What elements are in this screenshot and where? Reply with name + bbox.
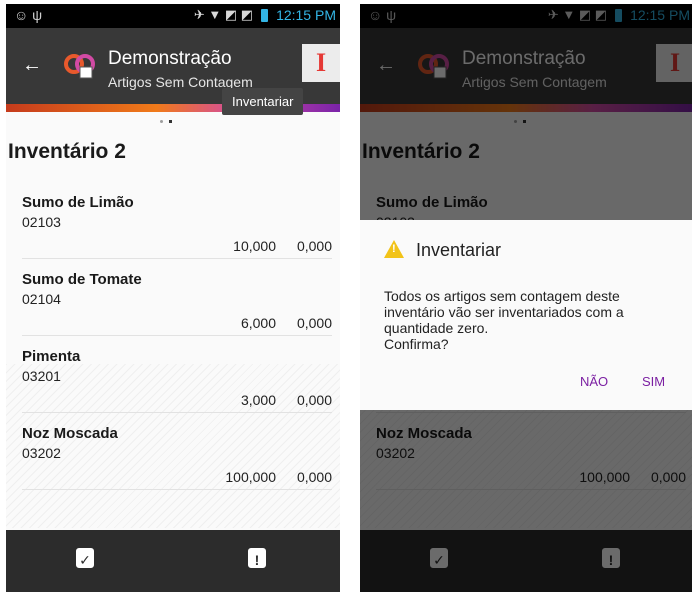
item-count: 0,000 (296, 392, 332, 408)
item-list: Sumo de Limão 02103 10,000 0,000 Sumo de… (22, 182, 332, 490)
item-quantity: 6,000 (240, 315, 276, 331)
warning-icon: ! (384, 240, 404, 258)
item-name: Sumo de Limão (22, 194, 134, 211)
item-count: 0,000 (296, 315, 332, 331)
inventory-title: Inventário 2 (8, 140, 126, 163)
item-name: Pimenta (22, 348, 81, 365)
list-item[interactable]: Noz Moscada 03202 100,000 0,000 (22, 413, 332, 490)
item-code: 02103 (22, 214, 61, 230)
item-name: Sumo de Tomate (22, 271, 142, 288)
inventariar-tooltip: Inventariar (222, 88, 304, 115)
item-count: 0,000 (296, 238, 332, 254)
clock: 12:15 PM (276, 7, 336, 23)
list-item[interactable]: Sumo de Limão 02103 10,000 0,000 (22, 182, 332, 259)
screen-right: ☺ ψ ✈ ▼ ◩ ◩ 12:15 PM ← Demonstração Arti… (360, 4, 692, 592)
app-logo-icon (64, 54, 95, 79)
item-name: Noz Moscada (22, 425, 118, 442)
notification-icons: ☺ ψ (14, 7, 43, 23)
item-quantity: 100,000 (225, 469, 276, 485)
status-bar: ☺ ψ ✈ ▼ ◩ ◩ 12:15 PM (6, 4, 340, 28)
item-code: 03201 (22, 368, 61, 384)
page-indicator (160, 120, 172, 123)
page-dot-active (169, 120, 172, 123)
item-code: 02104 (22, 291, 61, 307)
dialog-title: Inventariar (416, 240, 502, 260)
page-dot (160, 120, 163, 123)
confirm-dialog: ! Inventariar Todos os artigos sem conta… (360, 220, 692, 410)
item-count: 0,000 (296, 469, 332, 485)
item-code: 03202 (22, 445, 61, 461)
signal-icons: ✈ ▼ ◩ ◩ (193, 7, 254, 22)
item-quantity: 3,000 (240, 392, 276, 408)
dialog-message: Todos os artigos sem contagem deste inve… (384, 288, 624, 352)
yes-button[interactable]: SIM (642, 374, 665, 389)
item-quantity: 10,000 (233, 238, 276, 254)
screen-left: ☺ ψ ✈ ▼ ◩ ◩ 12:15 PM ← Demonstração Arti… (6, 4, 340, 592)
no-button[interactable]: NÃO (580, 374, 608, 389)
bottom-bar: ✓ ! (6, 530, 340, 592)
battery-icon (261, 8, 269, 22)
inventariar-button[interactable]: I (302, 44, 340, 82)
letter-i-icon: I (315, 48, 327, 77)
app-title: Demonstração (108, 48, 232, 69)
clipboard-alert-icon[interactable]: ! (248, 548, 266, 568)
clipboard-check-icon[interactable]: ✓ (76, 548, 94, 568)
list-item[interactable]: Pimenta 03201 3,000 0,000 (22, 336, 332, 413)
back-arrow-icon[interactable]: ← (22, 54, 42, 77)
list-item[interactable]: Sumo de Tomate 02104 6,000 0,000 (22, 259, 332, 336)
